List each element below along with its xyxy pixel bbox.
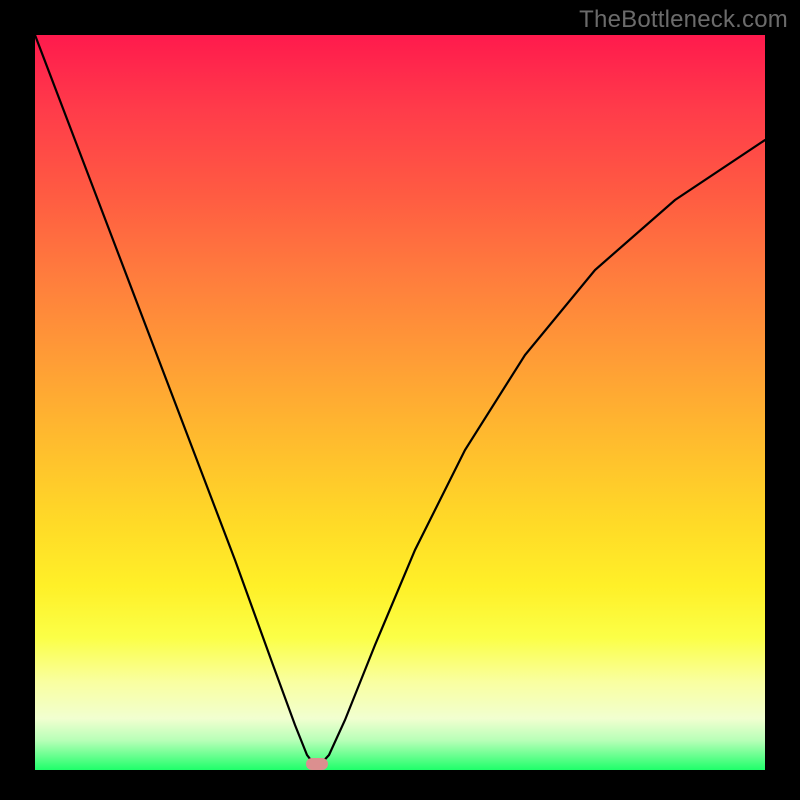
plot-area xyxy=(35,35,765,770)
minimum-marker xyxy=(306,758,328,770)
curve-svg xyxy=(35,35,765,770)
watermark-text: TheBottleneck.com xyxy=(579,6,788,34)
bottleneck-curve xyxy=(35,35,765,768)
chart-frame: TheBottleneck.com xyxy=(0,0,800,800)
